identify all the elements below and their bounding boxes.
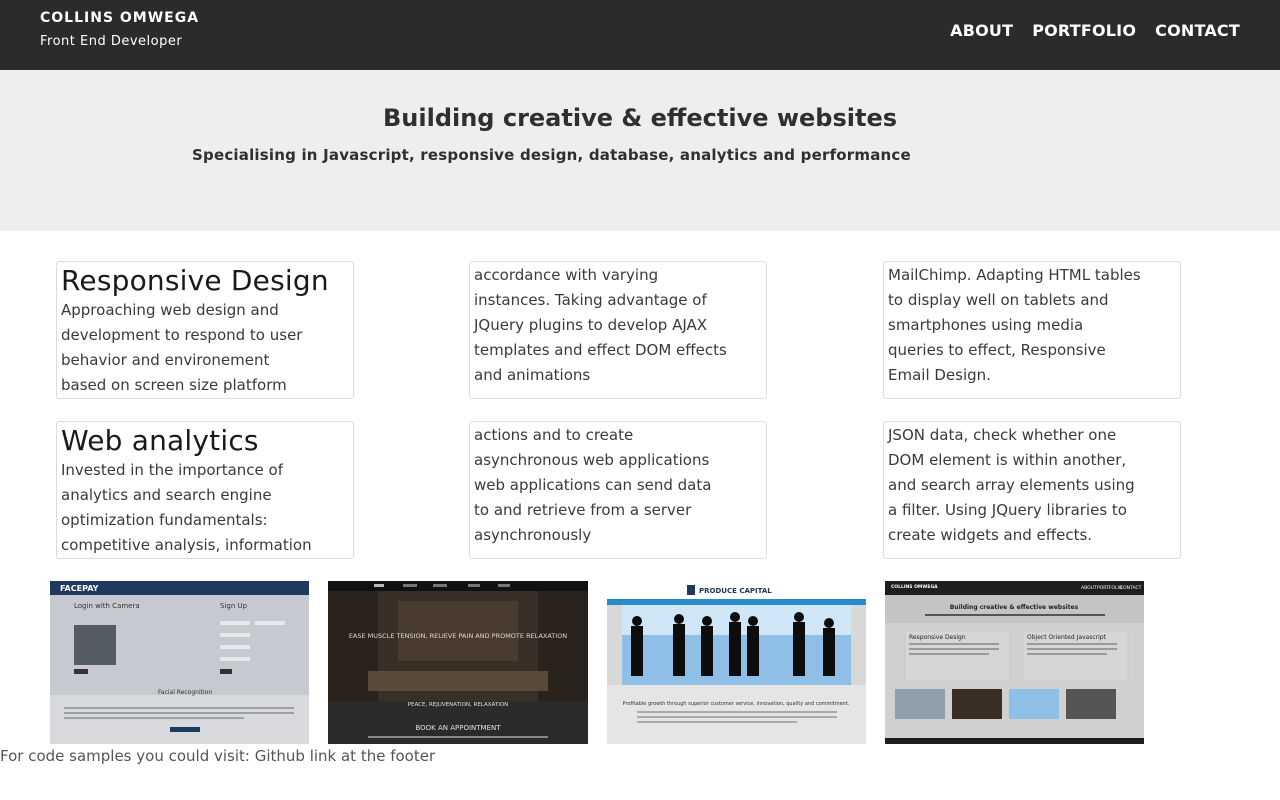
spa-cta: BOOK AN APPOINTMENT <box>415 724 501 732</box>
nav-about[interactable]: ABOUT <box>950 21 1013 40</box>
card-line: to and retrieve from a server <box>474 501 692 519</box>
nav-contact[interactable]: CONTACT <box>1155 21 1240 40</box>
facepay-section-title: Facial Recognition <box>158 689 212 696</box>
facepay-screenshot: FACEPAY Login with Camera Sign Up Facial… <box>50 581 309 744</box>
card-line: and animations <box>474 366 591 384</box>
card-line: asynchronous web applications <box>474 451 710 469</box>
card-ajax: actions and to create asynchronous web a… <box>469 421 767 559</box>
card-line: to display well on tablets and <box>888 291 1109 309</box>
card-line: development to respond to user <box>61 326 303 344</box>
card-line: JSON data, check whether one <box>888 426 1117 444</box>
portfolio-thumb-produce-capital[interactable]: PRODUCE CAPITAL Profitable growth throug… <box>607 581 866 744</box>
site-header: COLLINS OMWEGA Front End Developer ABOUT… <box>0 0 1280 70</box>
card-line: optimization fundamentals: <box>61 511 268 529</box>
facepay-brand: FACEPAY <box>60 584 99 593</box>
card-line: DOM element is within another, <box>888 451 1127 469</box>
card-line: Approaching web design and <box>61 301 279 319</box>
card-line: actions and to create <box>474 426 634 444</box>
card-line: behavior and environement <box>61 351 270 369</box>
card-line: queries to effect, Responsive <box>888 341 1106 359</box>
mini-nav-about: ABOUT <box>1081 585 1097 591</box>
card-web-analytics: Web analytics Invested in the importance… <box>56 421 354 559</box>
card-line: smartphones using media <box>888 316 1084 334</box>
card-line: create widgets and effects. <box>888 526 1093 544</box>
produce-tagline: Profitable growth through superior custo… <box>623 701 850 707</box>
card-jquery: accordance with varying instances. Takin… <box>469 261 767 399</box>
produce-brand: PRODUCE CAPITAL <box>699 587 772 595</box>
spa-hero-text: EASE MUSCLE TENSION, RELIEVE PAIN AND PR… <box>349 632 567 640</box>
hero-title: Building creative & effective websites <box>382 104 898 132</box>
portfolio-thumb-personal-site[interactable]: COLLINS OMWEGA ABOUT PORTFOLIO CONTACT B… <box>885 581 1144 744</box>
card-title: Web analytics <box>61 424 259 457</box>
portfolio-thumb-spa[interactable]: EASE MUSCLE TENSION, RELIEVE PAIN AND PR… <box>328 581 588 744</box>
facepay-login-title: Login with Camera <box>74 602 140 610</box>
produce-capital-screenshot: PRODUCE CAPITAL Profitable growth throug… <box>607 581 866 744</box>
card-line: templates and effect DOM effects <box>474 341 727 359</box>
card-line: a filter. Using JQuery libraries to <box>888 501 1127 519</box>
brand-role: Front End Developer <box>40 34 183 49</box>
card-line: web applications can send data <box>474 476 712 494</box>
card-line: Email Design. <box>888 366 991 384</box>
card-line: competitive analysis, information <box>61 536 312 554</box>
spa-tagline: PEACE, REJUVENATION, RELAXATION <box>408 702 509 708</box>
hero-subtitle: Specialising in Javascript, responsive d… <box>192 146 911 164</box>
mini-col1-title: Responsive Design <box>909 634 966 641</box>
card-responsive-design: Responsive Design Approaching web design… <box>56 261 354 399</box>
mini-hero-title: Building creative & effective websites <box>950 604 1079 611</box>
card-title: Responsive Design <box>61 264 329 297</box>
hero-banner: Building creative & effective websites S… <box>0 70 1280 231</box>
portfolio-thumb-facepay[interactable]: FACEPAY Login with Camera Sign Up Facial… <box>50 581 309 744</box>
card-line: accordance with varying <box>474 266 659 284</box>
card-json: JSON data, check whether one DOM element… <box>883 421 1181 559</box>
card-line: Invested in the importance of <box>61 461 284 479</box>
card-line: instances. Taking advantage of <box>474 291 707 309</box>
mini-nav-portfolio: PORTFOLIO <box>1097 585 1123 591</box>
card-line: JQuery plugins to develop AJAX <box>474 316 708 334</box>
card-email-design: MailChimp. Adapting HTML tables to displ… <box>883 261 1181 399</box>
facepay-signup-title: Sign Up <box>220 602 248 610</box>
spa-screenshot: EASE MUSCLE TENSION, RELIEVE PAIN AND PR… <box>328 581 588 744</box>
card-line: MailChimp. Adapting HTML tables <box>888 266 1141 284</box>
mini-col2-title: Object Oriented Javascript <box>1027 634 1107 641</box>
card-line: analytics and search engine <box>61 486 272 504</box>
card-line: based on screen size platform <box>61 376 287 394</box>
card-line: and search array elements using <box>888 476 1135 494</box>
main-nav: ABOUT PORTFOLIO CONTACT <box>950 21 1240 40</box>
mini-nav-contact: CONTACT <box>1120 585 1142 591</box>
nav-portfolio[interactable]: PORTFOLIO <box>1032 21 1136 40</box>
brand-name[interactable]: COLLINS OMWEGA <box>40 10 199 26</box>
personal-site-screenshot: COLLINS OMWEGA ABOUT PORTFOLIO CONTACT B… <box>885 581 1144 744</box>
code-samples-note: For code samples you could visit: Github… <box>0 747 436 765</box>
card-line: asynchronously <box>474 526 592 544</box>
mini-brand: COLLINS OMWEGA <box>891 584 938 590</box>
